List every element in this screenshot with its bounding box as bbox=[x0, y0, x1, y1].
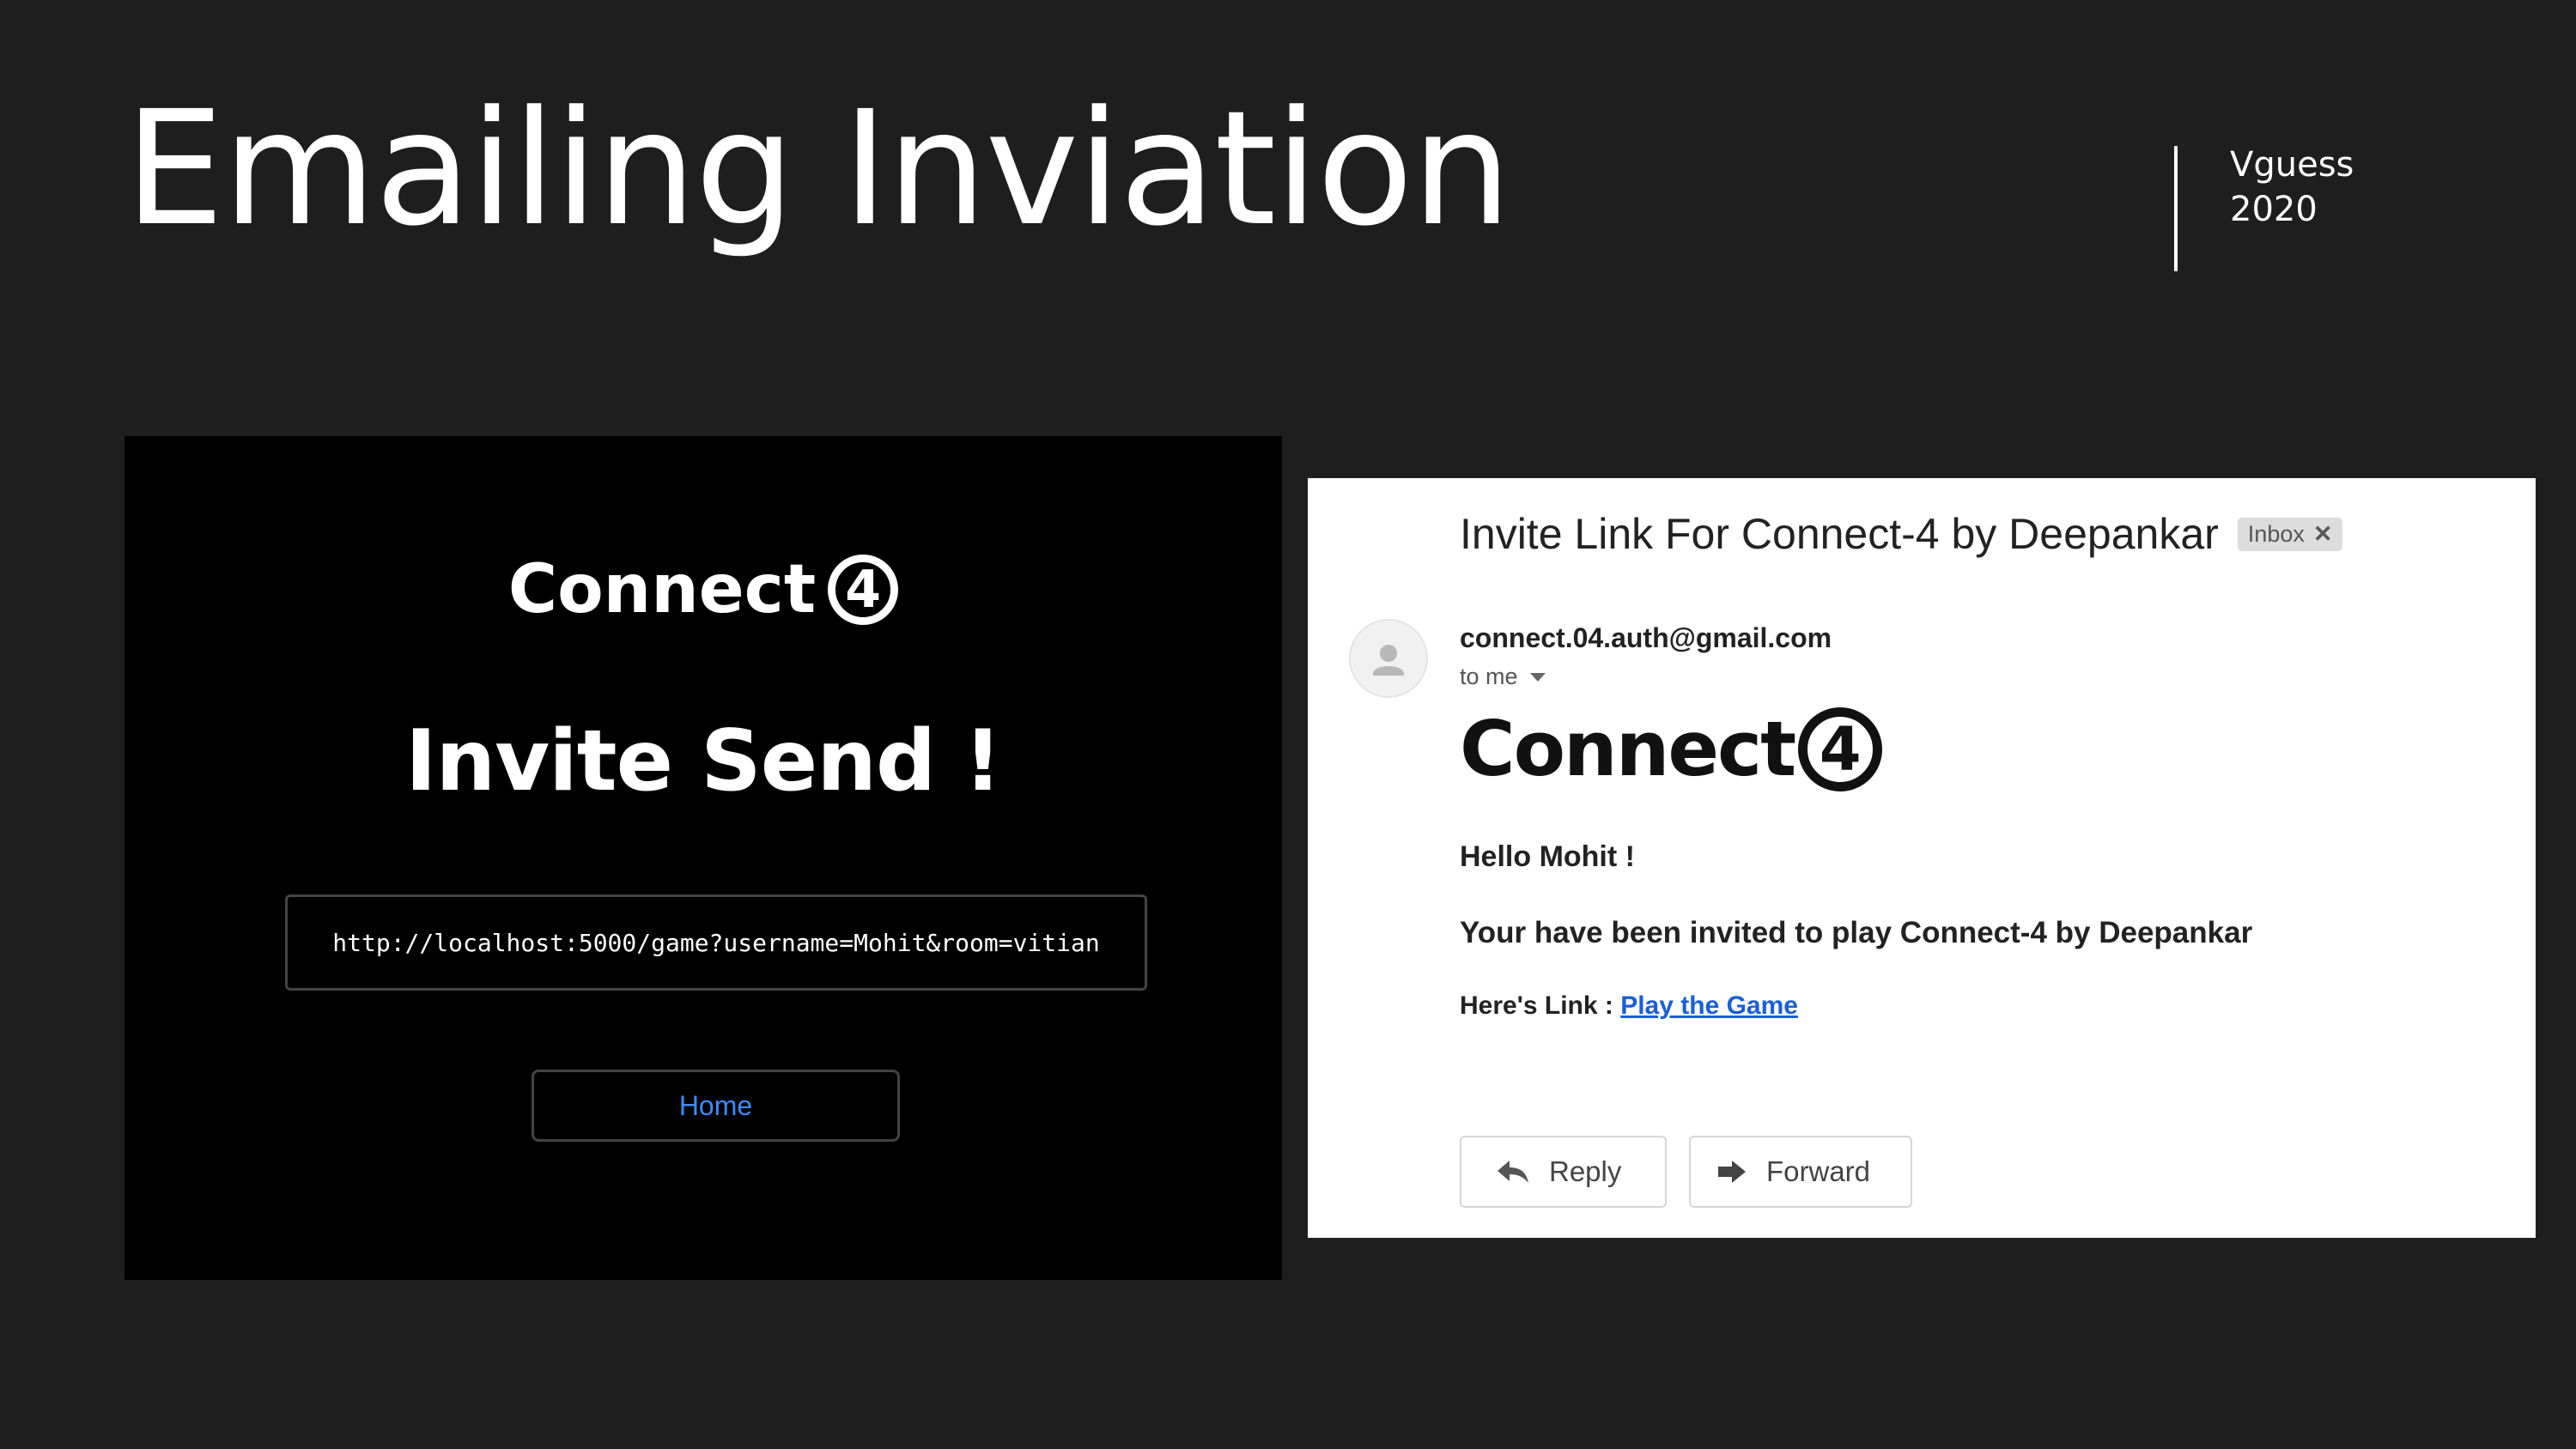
forward-label: Forward bbox=[1766, 1155, 1871, 1187]
sender-avatar[interactable] bbox=[1349, 619, 1428, 698]
link-prefix: Here's Link : bbox=[1460, 991, 1621, 1020]
app-brand-logo: Connect 4 bbox=[125, 554, 1282, 625]
recipient-line[interactable]: to me bbox=[1460, 664, 1546, 690]
email-greeting: Hello Mohit ! bbox=[1460, 840, 1635, 873]
email-connect4-logo: Connect 4 bbox=[1460, 707, 1883, 792]
invite-url-field[interactable]: http://localhost:5000/game?username=Mohi… bbox=[285, 894, 1147, 991]
sender-address: connect.04.auth@gmail.com bbox=[1460, 622, 1832, 653]
reply-button[interactable]: Reply bbox=[1460, 1136, 1667, 1208]
email-link-line: Here's Link : Play the Game bbox=[1460, 991, 1798, 1021]
meta-year: 2020 bbox=[2230, 190, 2318, 229]
email-header: Invite Link For Connect-4 by Deepankar I… bbox=[1460, 509, 2343, 559]
home-button[interactable]: Home bbox=[532, 1070, 900, 1142]
email-message: Your have been invited to play Connect-4… bbox=[1460, 916, 2253, 949]
app-brand-text: Connect bbox=[507, 551, 817, 628]
forward-button[interactable]: Forward bbox=[1689, 1136, 1912, 1208]
inbox-label-text: Inbox bbox=[2247, 520, 2305, 547]
chevron-down-icon[interactable] bbox=[1529, 672, 1546, 682]
meta-divider bbox=[2174, 146, 2178, 271]
recipient-text: to me bbox=[1460, 664, 1518, 689]
connect4-logo-icon: 4 bbox=[828, 554, 899, 625]
app-screenshot-panel: Connect 4 Invite Send ! http://localhost:… bbox=[125, 436, 1282, 1280]
email-logo-text: Connect bbox=[1460, 705, 1796, 793]
meta-author: Vguess bbox=[2230, 145, 2354, 185]
close-icon[interactable]: ✕ bbox=[2313, 521, 2333, 548]
connect4-logo-icon: 4 bbox=[1798, 707, 1883, 792]
forward-arrow-icon bbox=[1718, 1161, 1746, 1183]
person-icon bbox=[1373, 645, 1404, 676]
invite-sent-heading: Invite Send ! bbox=[405, 712, 1002, 810]
play-game-link[interactable]: Play the Game bbox=[1620, 991, 1798, 1020]
slide-meta: Vguess 2020 bbox=[2230, 142, 2354, 232]
reply-label: Reply bbox=[1549, 1155, 1622, 1187]
inbox-label-badge[interactable]: Inbox ✕ bbox=[2237, 517, 2343, 551]
email-screenshot-panel: Invite Link For Connect-4 by Deepankar I… bbox=[1308, 478, 2536, 1238]
email-subject: Invite Link For Connect-4 by Deepankar bbox=[1460, 510, 2219, 558]
slide-title: Emailing Inviation bbox=[125, 77, 1512, 261]
reply-arrow-icon bbox=[1498, 1161, 1528, 1183]
invite-url-text[interactable]: http://localhost:5000/game?username=Mohi… bbox=[332, 929, 1099, 957]
